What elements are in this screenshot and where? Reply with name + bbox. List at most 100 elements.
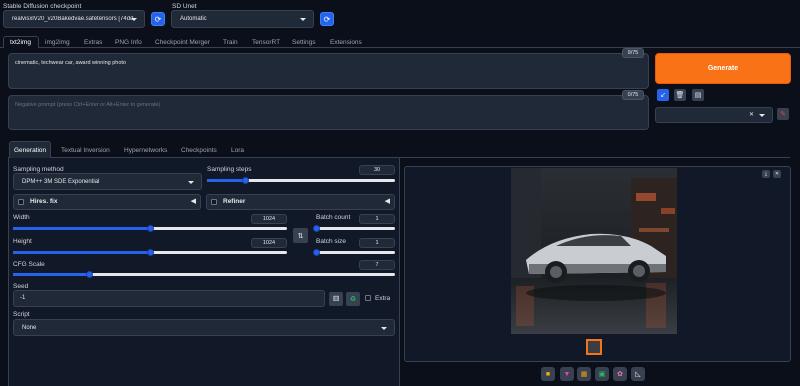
arrow-icon: ↙ [660, 92, 666, 99]
script-value: None [22, 324, 37, 331]
slider-fill [13, 227, 150, 230]
unet-value: Automatic [180, 16, 207, 22]
prompt-text: cinematic, techwear car, award winning p… [15, 60, 126, 66]
tab-checkpoints[interactable]: Checkpoints [181, 147, 217, 154]
generated-image[interactable] [511, 168, 677, 334]
cfg-scale-input[interactable]: 7 [359, 260, 395, 270]
send-to-img2img-button[interactable]: ▣ [595, 367, 609, 381]
download-icon[interactable]: ⤓ [762, 170, 770, 178]
seed-value: -1 [20, 295, 26, 301]
batch-size-label: Batch size [316, 238, 346, 245]
width-slider[interactable] [13, 225, 287, 232]
hires-fix-accordion[interactable]: Hires. fix ◀ [13, 194, 201, 210]
refresh-unet-button[interactable]: ⟳ [320, 12, 334, 26]
sampling-steps-input[interactable]: 30 [359, 165, 395, 175]
slider-fill [13, 273, 90, 276]
random-seed-button[interactable]: ⚅ [329, 292, 343, 306]
slider-thumb[interactable] [147, 249, 154, 256]
sampling-method-dropdown[interactable]: DPM++ 3M SDE Exponential [13, 173, 202, 190]
unet-dropdown[interactable]: Automatic [171, 10, 314, 28]
cfg-scale-slider[interactable] [13, 271, 395, 278]
tab-tensorrt[interactable]: TensorRT [252, 39, 280, 46]
edit-styles-button[interactable]: ✎ [777, 108, 789, 120]
apply-style-button[interactable]: ↙ [657, 89, 669, 101]
chevron-down-icon [300, 18, 306, 21]
chevron-down-icon [381, 327, 387, 330]
chevron-down-icon [759, 114, 765, 117]
brush-icon: ✎ [780, 111, 786, 118]
extra-networks-button[interactable]: ▤ [692, 89, 704, 101]
batch-count-slider[interactable] [313, 225, 395, 232]
reuse-seed-button[interactable]: ♻ [346, 292, 360, 306]
close-icon[interactable]: ✕ [773, 170, 781, 178]
slider-thumb[interactable] [241, 177, 249, 184]
height-slider[interactable] [13, 249, 287, 256]
height-input[interactable]: 1024 [251, 238, 287, 248]
tab-generation[interactable]: Generation [14, 147, 46, 154]
negative-prompt-input[interactable]: Negative prompt (press Ctrl+Enter or Alt… [8, 95, 649, 130]
save-icon: ▼ [563, 370, 571, 378]
extra-seed-checkbox[interactable] [365, 295, 371, 301]
width-input[interactable]: 1024 [251, 214, 287, 224]
styles-dropdown[interactable]: ✕ [655, 107, 773, 123]
prompt-token-counter: 9/75 [622, 48, 644, 58]
unet-label: SD Unet [172, 3, 197, 10]
batch-size-input[interactable]: 1 [359, 238, 395, 248]
hires-fix-checkbox[interactable] [18, 199, 24, 205]
refiner-label: Refiner [223, 198, 246, 205]
tab-checkpoint-merger[interactable]: Checkpoint Merger [155, 39, 210, 46]
tab-divider [0, 47, 800, 48]
hires-fix-label: Hires. fix [30, 198, 58, 205]
send-to-inpaint-button[interactable]: ✿ [613, 367, 627, 381]
slider-thumb[interactable] [313, 249, 320, 256]
tab-png-info[interactable]: PNG Info [115, 39, 142, 46]
slider-thumb[interactable] [313, 225, 320, 232]
clipboard-icon: ▤ [694, 92, 702, 99]
tab-extensions[interactable]: Extensions [330, 39, 362, 46]
chart-icon: ◺ [635, 371, 641, 378]
tab-hypernetworks[interactable]: Hypernetworks [124, 147, 167, 154]
clear-prompt-button[interactable]: 🗑 [674, 89, 686, 101]
save-button[interactable]: ▼ [560, 367, 574, 381]
dice-icon: ⚅ [332, 296, 340, 303]
tab-lora[interactable]: Lora [231, 147, 244, 154]
script-label: Script [13, 311, 30, 318]
trash-icon: 🗑 [675, 92, 685, 99]
batch-count-input[interactable]: 1 [359, 214, 395, 224]
refresh-checkpoint-button[interactable]: ⟳ [151, 12, 165, 26]
zip-button[interactable]: ▦ [577, 367, 591, 381]
clear-x-icon[interactable]: ✕ [749, 111, 754, 118]
seed-input[interactable]: -1 [13, 290, 325, 307]
tab-settings[interactable]: Settings [292, 39, 316, 46]
chevron-down-icon [131, 18, 137, 21]
slider-fill [207, 179, 245, 182]
refiner-checkbox[interactable] [211, 199, 217, 205]
tab-train[interactable]: Train [223, 39, 238, 46]
tab-img2img[interactable]: img2img [45, 39, 70, 46]
sampling-steps-slider[interactable] [207, 177, 395, 184]
refresh-icon: ⟳ [323, 14, 331, 24]
palette-icon: ✿ [617, 371, 623, 378]
tab-textual-inversion[interactable]: Textual Inversion [61, 147, 110, 154]
tab-txt2img[interactable]: txt2img [10, 39, 31, 46]
gallery-thumbnail[interactable] [586, 339, 602, 355]
refiner-accordion[interactable]: Refiner ◀ [206, 194, 395, 210]
recycle-icon: ♻ [349, 296, 357, 303]
generate-button[interactable]: Generate [655, 53, 791, 84]
prompt-input[interactable]: cinematic, techwear car, award winning p… [8, 53, 649, 89]
refresh-icon: ⟳ [154, 14, 162, 24]
tab-extras[interactable]: Extras [84, 39, 102, 46]
swap-dimensions-button[interactable]: ⇅ [293, 228, 308, 243]
checkpoint-value: realvisxlV20_v20Bakedvae.safetensors [74… [12, 16, 134, 22]
slider-thumb[interactable] [147, 225, 154, 232]
sampling-steps-label: Sampling steps [207, 166, 252, 173]
batch-size-slider[interactable] [313, 249, 395, 256]
open-folder-button[interactable]: ■ [541, 367, 555, 381]
zip-icon: ▦ [580, 371, 588, 378]
sampling-method-value: DPM++ 3M SDE Exponential [22, 178, 100, 185]
height-label: Height [13, 238, 32, 245]
folder-icon: ■ [545, 370, 551, 378]
send-to-extras-button[interactable]: ◺ [631, 367, 645, 381]
script-dropdown[interactable]: None [13, 319, 395, 336]
checkpoint-dropdown[interactable]: realvisxlV20_v20Bakedvae.safetensors [74… [3, 10, 145, 28]
